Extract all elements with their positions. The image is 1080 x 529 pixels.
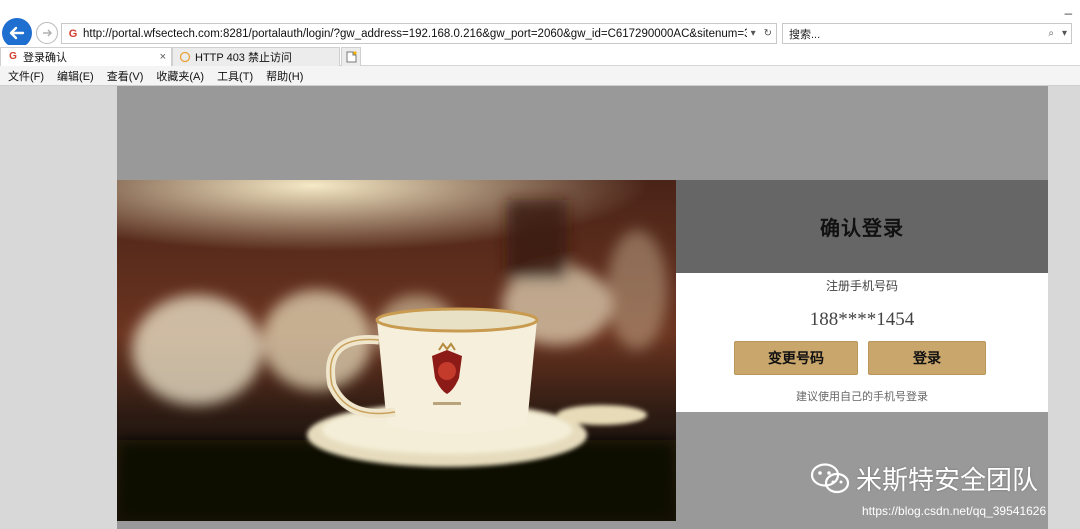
coffee-cup-image: [117, 180, 676, 521]
menu-favorites[interactable]: 收藏夹(A): [156, 68, 204, 84]
forward-button[interactable]: [36, 22, 58, 44]
tab-bar: G 登录确认 × HTTP 403 禁止访问: [0, 45, 1080, 66]
address-row: G http://portal.wfsectech.com:8281/porta…: [0, 0, 1080, 48]
tab-label: 登录确认: [23, 52, 67, 64]
login-panel-body: 注册手机号码 188****1454 变更号码 登录 建议使用自己的手机号登录: [676, 273, 1048, 412]
login-panel-header: 确认登录: [676, 180, 1048, 273]
watermark-text: 米斯特安全团队: [856, 465, 1039, 495]
menu-view[interactable]: 查看(V): [107, 68, 144, 84]
search-dropdown-icon[interactable]: ▾: [1062, 28, 1067, 39]
minimize-button[interactable]: _: [1065, 0, 1072, 15]
browser-window: G http://portal.wfsectech.com:8281/porta…: [0, 0, 1080, 529]
menu-tools[interactable]: 工具(T): [217, 68, 253, 84]
search-placeholder[interactable]: 搜索...: [789, 26, 1044, 42]
search-input[interactable]: 搜索... ⌕ ▾: [782, 23, 1072, 44]
tab-http-403[interactable]: HTTP 403 禁止访问: [172, 47, 340, 66]
site-favicon-icon: G: [9, 51, 17, 62]
page-loading-icon: [179, 51, 191, 63]
login-button[interactable]: 登录: [868, 341, 986, 375]
site-favicon-icon: G: [68, 27, 78, 40]
login-hint: 建议使用自己的手机号登录: [796, 391, 928, 403]
menu-bar: 文件(F) 编辑(E) 查看(V) 收藏夹(A) 工具(T) 帮助(H): [0, 66, 1080, 86]
menu-edit[interactable]: 编辑(E): [57, 68, 94, 84]
tab-label: HTTP 403 禁止访问: [195, 52, 292, 64]
close-icon[interactable]: ×: [160, 51, 166, 63]
watermark: 米斯特安全团队: [810, 460, 1038, 497]
new-tab-icon: [346, 51, 357, 63]
phone-number: 188****1454: [809, 309, 915, 330]
wechat-icon: [810, 462, 850, 493]
back-arrow-icon: [9, 26, 25, 40]
forward-arrow-icon: [43, 29, 53, 37]
phone-label: 注册手机号码: [825, 279, 898, 293]
address-bar[interactable]: G http://portal.wfsectech.com:8281/porta…: [61, 23, 777, 44]
search-icon[interactable]: ⌕: [1048, 28, 1054, 39]
new-tab-button[interactable]: [341, 47, 361, 66]
change-number-button[interactable]: 变更号码: [734, 341, 858, 375]
source-watermark: https://blog.csdn.net/qq_39541626: [862, 504, 1047, 518]
url-text[interactable]: http://portal.wfsectech.com:8281/portala…: [83, 28, 747, 40]
refresh-icon[interactable]: ↻: [764, 28, 772, 39]
address-dropdown-icon[interactable]: ▾: [751, 28, 756, 39]
login-panel-title: 确认登录: [820, 216, 904, 240]
back-button[interactable]: [2, 18, 32, 48]
menu-file[interactable]: 文件(F): [8, 68, 44, 84]
tab-login-confirm[interactable]: G 登录确认 ×: [0, 47, 172, 66]
menu-help[interactable]: 帮助(H): [266, 68, 303, 84]
